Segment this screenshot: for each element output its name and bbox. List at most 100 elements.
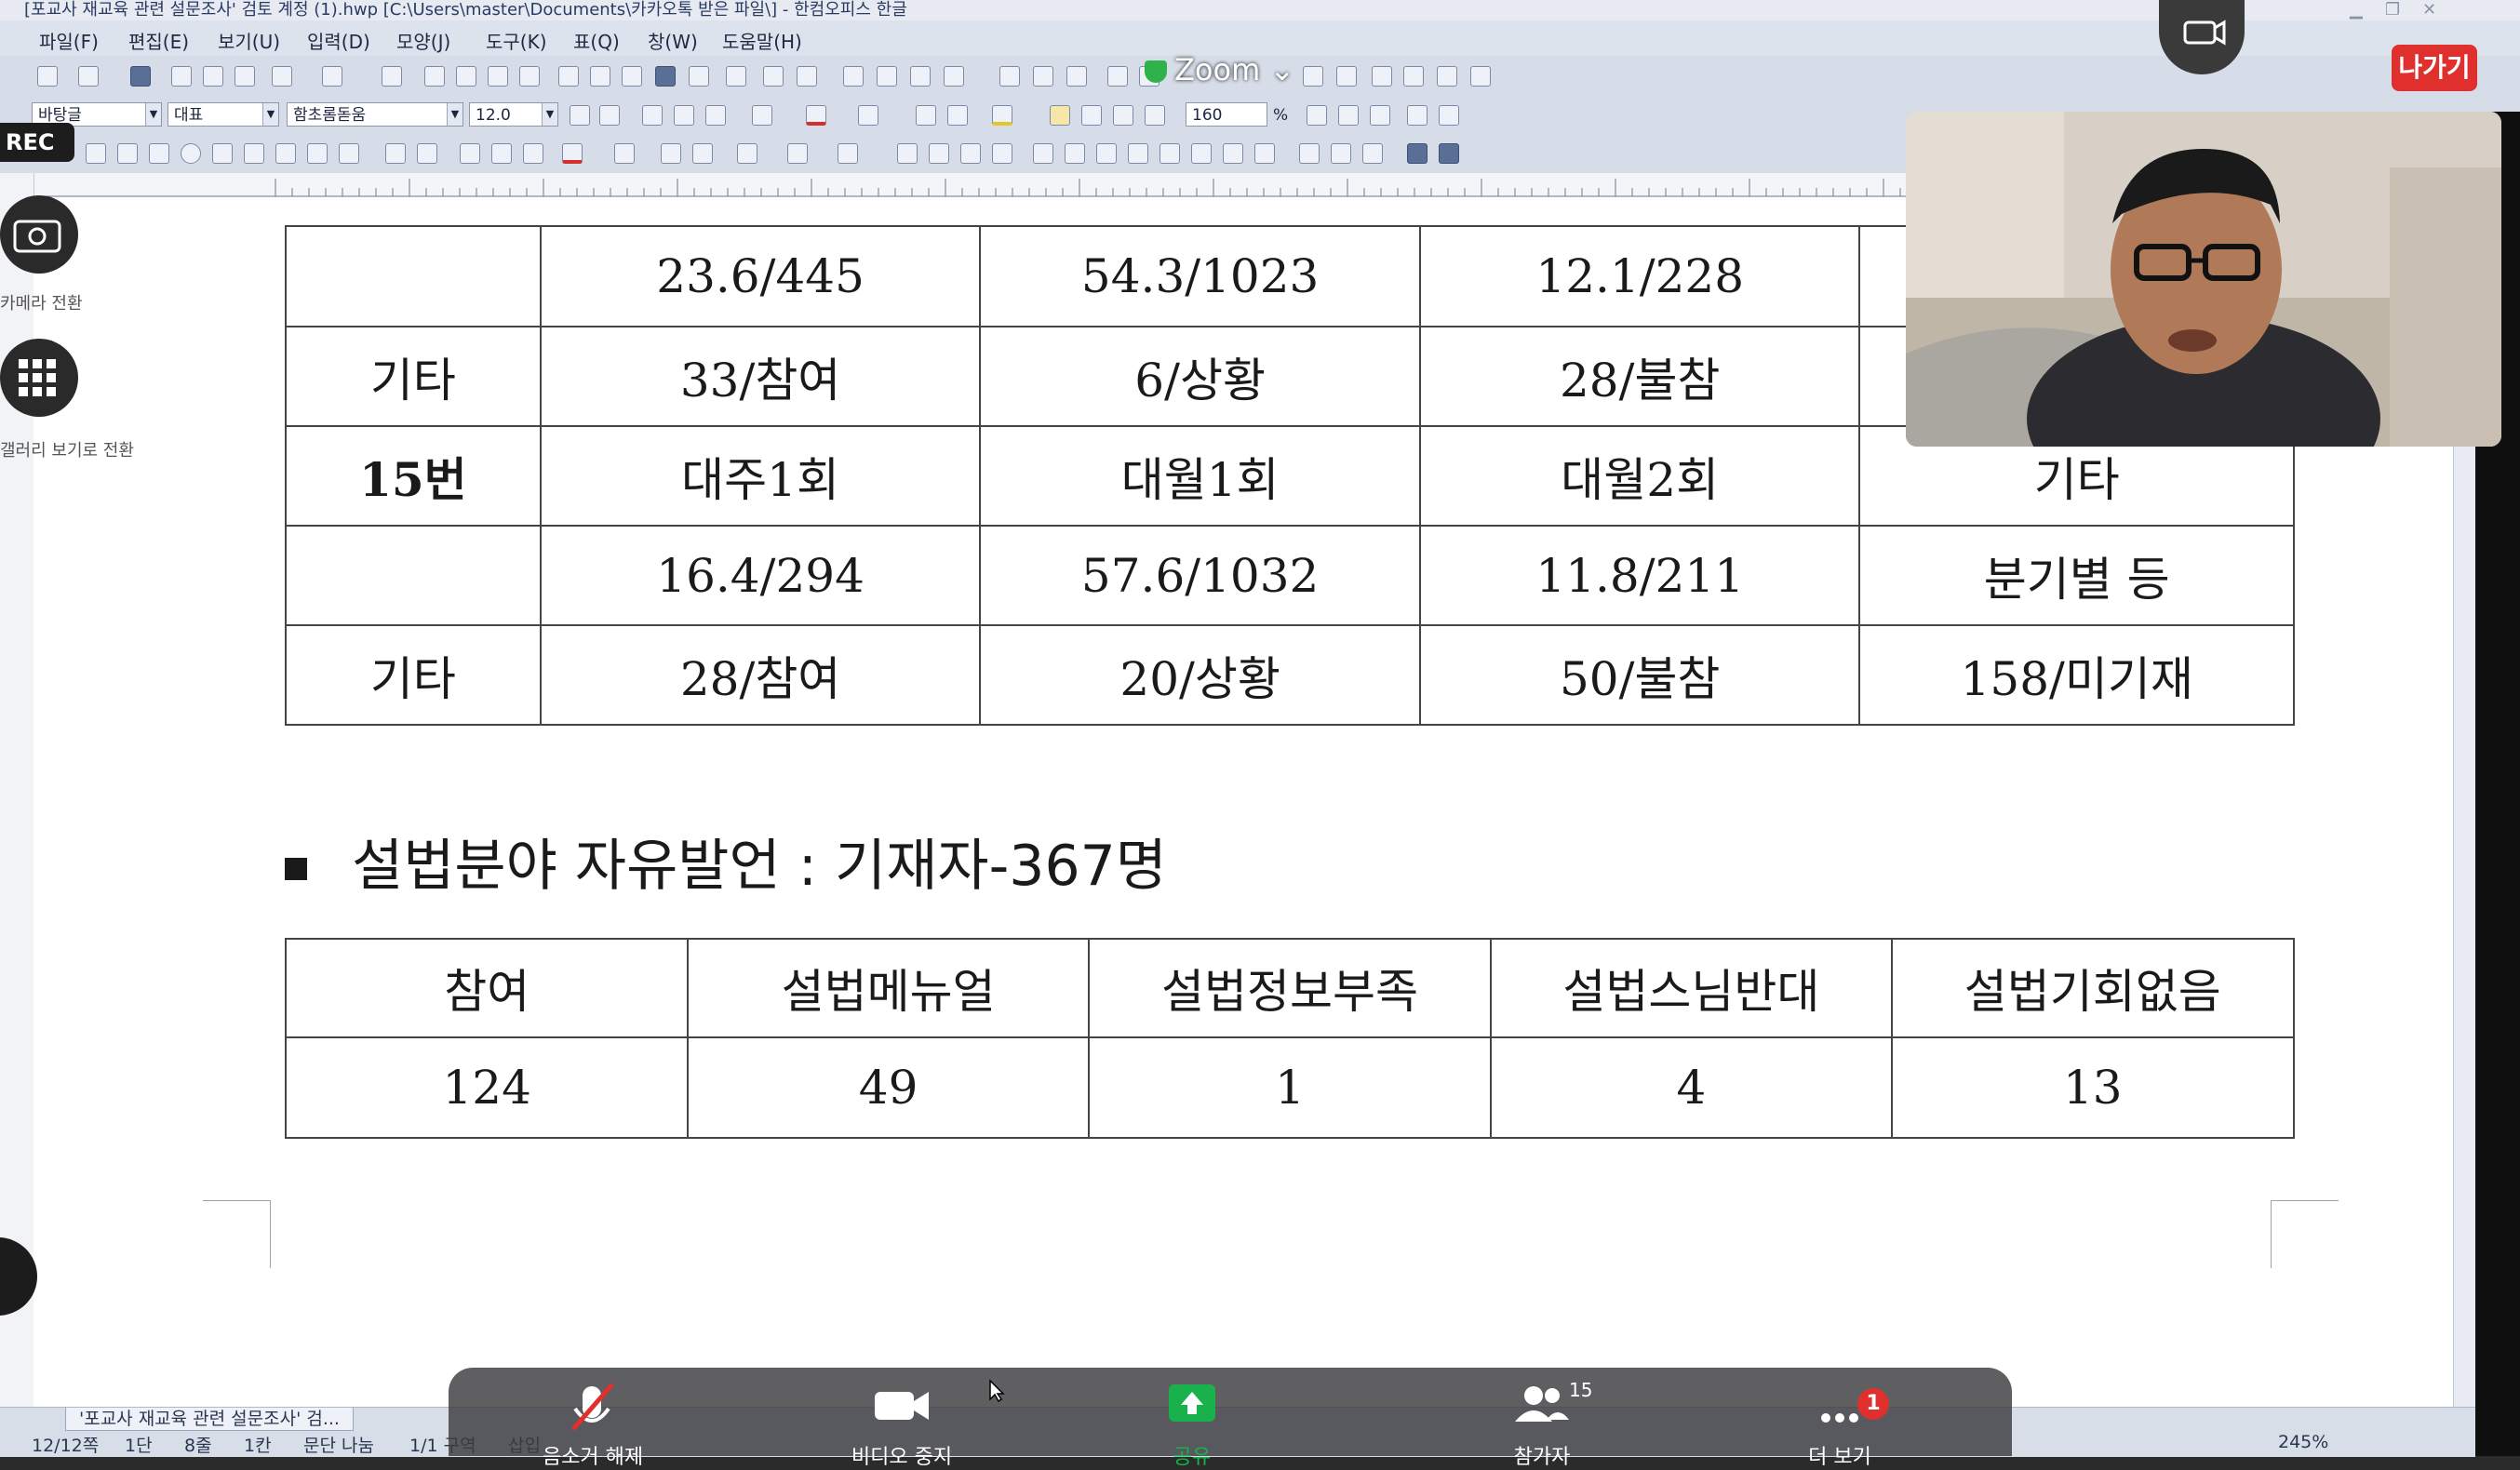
line-weight-icon[interactable]	[737, 143, 757, 164]
table-cell[interactable]: 23.6/445	[539, 225, 982, 327]
send-back-icon[interactable]	[929, 143, 949, 164]
spellcheck-icon[interactable]	[1407, 143, 1428, 164]
font-select[interactable]: 함초롬돋움 ▼	[287, 102, 463, 127]
table-header-cell[interactable]: 설법메뉴얼	[687, 938, 1090, 1038]
participants-button[interactable]: 15 참가자	[1472, 1368, 1612, 1469]
table-header-cell[interactable]: 설법정보부족	[1087, 938, 1493, 1038]
table-cell[interactable]: 11.8/211	[1418, 525, 1861, 626]
document-tab[interactable]: '포교사 재교육 관련 설문조사' 검...	[65, 1408, 354, 1431]
italic-icon[interactable]	[674, 105, 694, 126]
fill-color-icon[interactable]	[614, 143, 635, 164]
numbered-list-icon[interactable]	[1407, 105, 1428, 126]
line-spacing-select[interactable]: 160	[1186, 102, 1267, 127]
font-kind-select[interactable]: 대표 ▼	[168, 102, 279, 127]
menu-file[interactable]: 파일(F)	[39, 27, 99, 54]
ellipse-shape-icon[interactable]	[181, 143, 201, 164]
table-cell[interactable]: 49	[687, 1036, 1090, 1139]
pen-shape-icon[interactable]	[307, 143, 328, 164]
stop-video-button[interactable]: 비디오 중지	[832, 1368, 972, 1469]
chart-edit-icon[interactable]	[877, 66, 897, 87]
menu-view[interactable]: 보기(U)	[218, 27, 280, 54]
gallery-view-button[interactable]	[0, 339, 78, 417]
wrap-icon[interactable]	[960, 143, 981, 164]
rotate-icon[interactable]	[523, 143, 543, 164]
outdent-icon[interactable]	[1370, 105, 1390, 126]
camera-switch-button[interactable]	[2159, 0, 2245, 74]
zoom-in-icon[interactable]	[1303, 66, 1323, 87]
shadow-icon[interactable]	[661, 143, 681, 164]
line-color-icon[interactable]	[562, 143, 583, 164]
table-header-cell[interactable]: 설법기회없음	[1890, 938, 2296, 1038]
fit-width-icon[interactable]	[1437, 66, 1457, 87]
table-cell[interactable]: 28/불참	[1418, 326, 1861, 427]
bring-front-icon[interactable]	[897, 143, 918, 164]
cell-fill-icon[interactable]	[1159, 143, 1180, 164]
table-cell[interactable]: 16.4/294	[539, 525, 982, 626]
dictionary-icon[interactable]	[1439, 143, 1459, 164]
select-object-icon[interactable]	[86, 143, 106, 164]
width-icon[interactable]	[947, 105, 968, 126]
table-insert-icon[interactable]	[797, 66, 817, 87]
print-icon[interactable]	[171, 66, 192, 87]
table-cell[interactable]: 4	[1490, 1036, 1893, 1139]
table-cell[interactable]: 6/상황	[979, 326, 1421, 427]
align-left-icon[interactable]	[1081, 105, 1102, 126]
table-header-cell[interactable]: 설법스님반대	[1490, 938, 1893, 1038]
undo-icon[interactable]	[272, 66, 292, 87]
minimize-icon[interactable]: ▁	[2350, 0, 2363, 20]
table-cell[interactable]: 54.3/1023	[979, 225, 1421, 327]
zoom-app-label[interactable]: Zoom ⌄	[1145, 52, 1294, 87]
chart-insert-icon[interactable]	[843, 66, 864, 87]
line-shape-icon[interactable]	[117, 143, 138, 164]
camera-switch-side-button[interactable]	[0, 195, 78, 274]
columns-icon[interactable]	[655, 66, 676, 87]
align-objects-icon[interactable]	[838, 143, 858, 164]
table-cell[interactable]: 기타	[285, 326, 542, 427]
find-icon[interactable]	[382, 66, 402, 87]
status-zoom[interactable]: 245%	[2278, 1432, 2328, 1452]
unmute-button[interactable]: 음소거 해제	[523, 1368, 663, 1469]
polygon-shape-icon[interactable]	[244, 143, 264, 164]
field-icon[interactable]	[999, 66, 1020, 87]
highlight-icon[interactable]	[858, 105, 878, 126]
table-cell[interactable]: 28/참여	[539, 624, 982, 726]
char-shape-icon[interactable]	[558, 66, 579, 87]
font-color-icon[interactable]	[806, 105, 826, 126]
anchor-icon[interactable]	[992, 143, 1012, 164]
bookmark-icon[interactable]	[726, 66, 746, 87]
table-cell[interactable]: 50/불참	[1418, 624, 1861, 726]
strikethrough-icon[interactable]	[752, 105, 772, 126]
new-document-icon[interactable]	[37, 66, 58, 87]
print-preview-icon[interactable]	[203, 66, 223, 87]
menu-edit[interactable]: 편집(E)	[128, 27, 189, 54]
table-cell[interactable]	[285, 525, 542, 626]
arc-shape-icon[interactable]	[212, 143, 233, 164]
memo-icon[interactable]	[1033, 66, 1053, 87]
justify-icon[interactable]	[1050, 105, 1070, 126]
arrow-style-icon[interactable]	[787, 143, 808, 164]
font-grow-icon[interactable]	[570, 105, 590, 126]
formula-icon[interactable]	[910, 66, 931, 87]
menu-window[interactable]: 창(W)	[648, 27, 698, 54]
save-icon[interactable]	[130, 66, 151, 87]
open-folder-icon[interactable]	[78, 66, 99, 87]
table-cell[interactable]: 1	[1087, 1036, 1493, 1139]
comment-icon[interactable]	[1299, 143, 1320, 164]
table-header-cell[interactable]: 참여	[284, 938, 690, 1038]
underline-icon[interactable]	[705, 105, 726, 126]
table-cell[interactable]: 대월2회	[1418, 425, 1861, 527]
textbox-icon[interactable]	[385, 143, 406, 164]
connector-shape-icon[interactable]	[339, 143, 359, 164]
format-painter-icon[interactable]	[519, 66, 540, 87]
menu-help[interactable]: 도움말(H)	[722, 27, 802, 54]
leave-button[interactable]: 나가기	[2392, 45, 2477, 91]
image-insert-icon[interactable]	[763, 66, 784, 87]
cut-icon[interactable]	[424, 66, 445, 87]
caption-icon[interactable]	[1107, 66, 1128, 87]
para-shape-icon[interactable]	[590, 66, 610, 87]
ungroup-icon[interactable]	[491, 143, 512, 164]
font-size-select[interactable]: 12.0 ▼	[469, 102, 558, 127]
menu-table[interactable]: 표(Q)	[573, 27, 620, 54]
line-spacing-stepper-icon[interactable]	[1307, 105, 1327, 126]
paste-icon[interactable]	[488, 66, 508, 87]
